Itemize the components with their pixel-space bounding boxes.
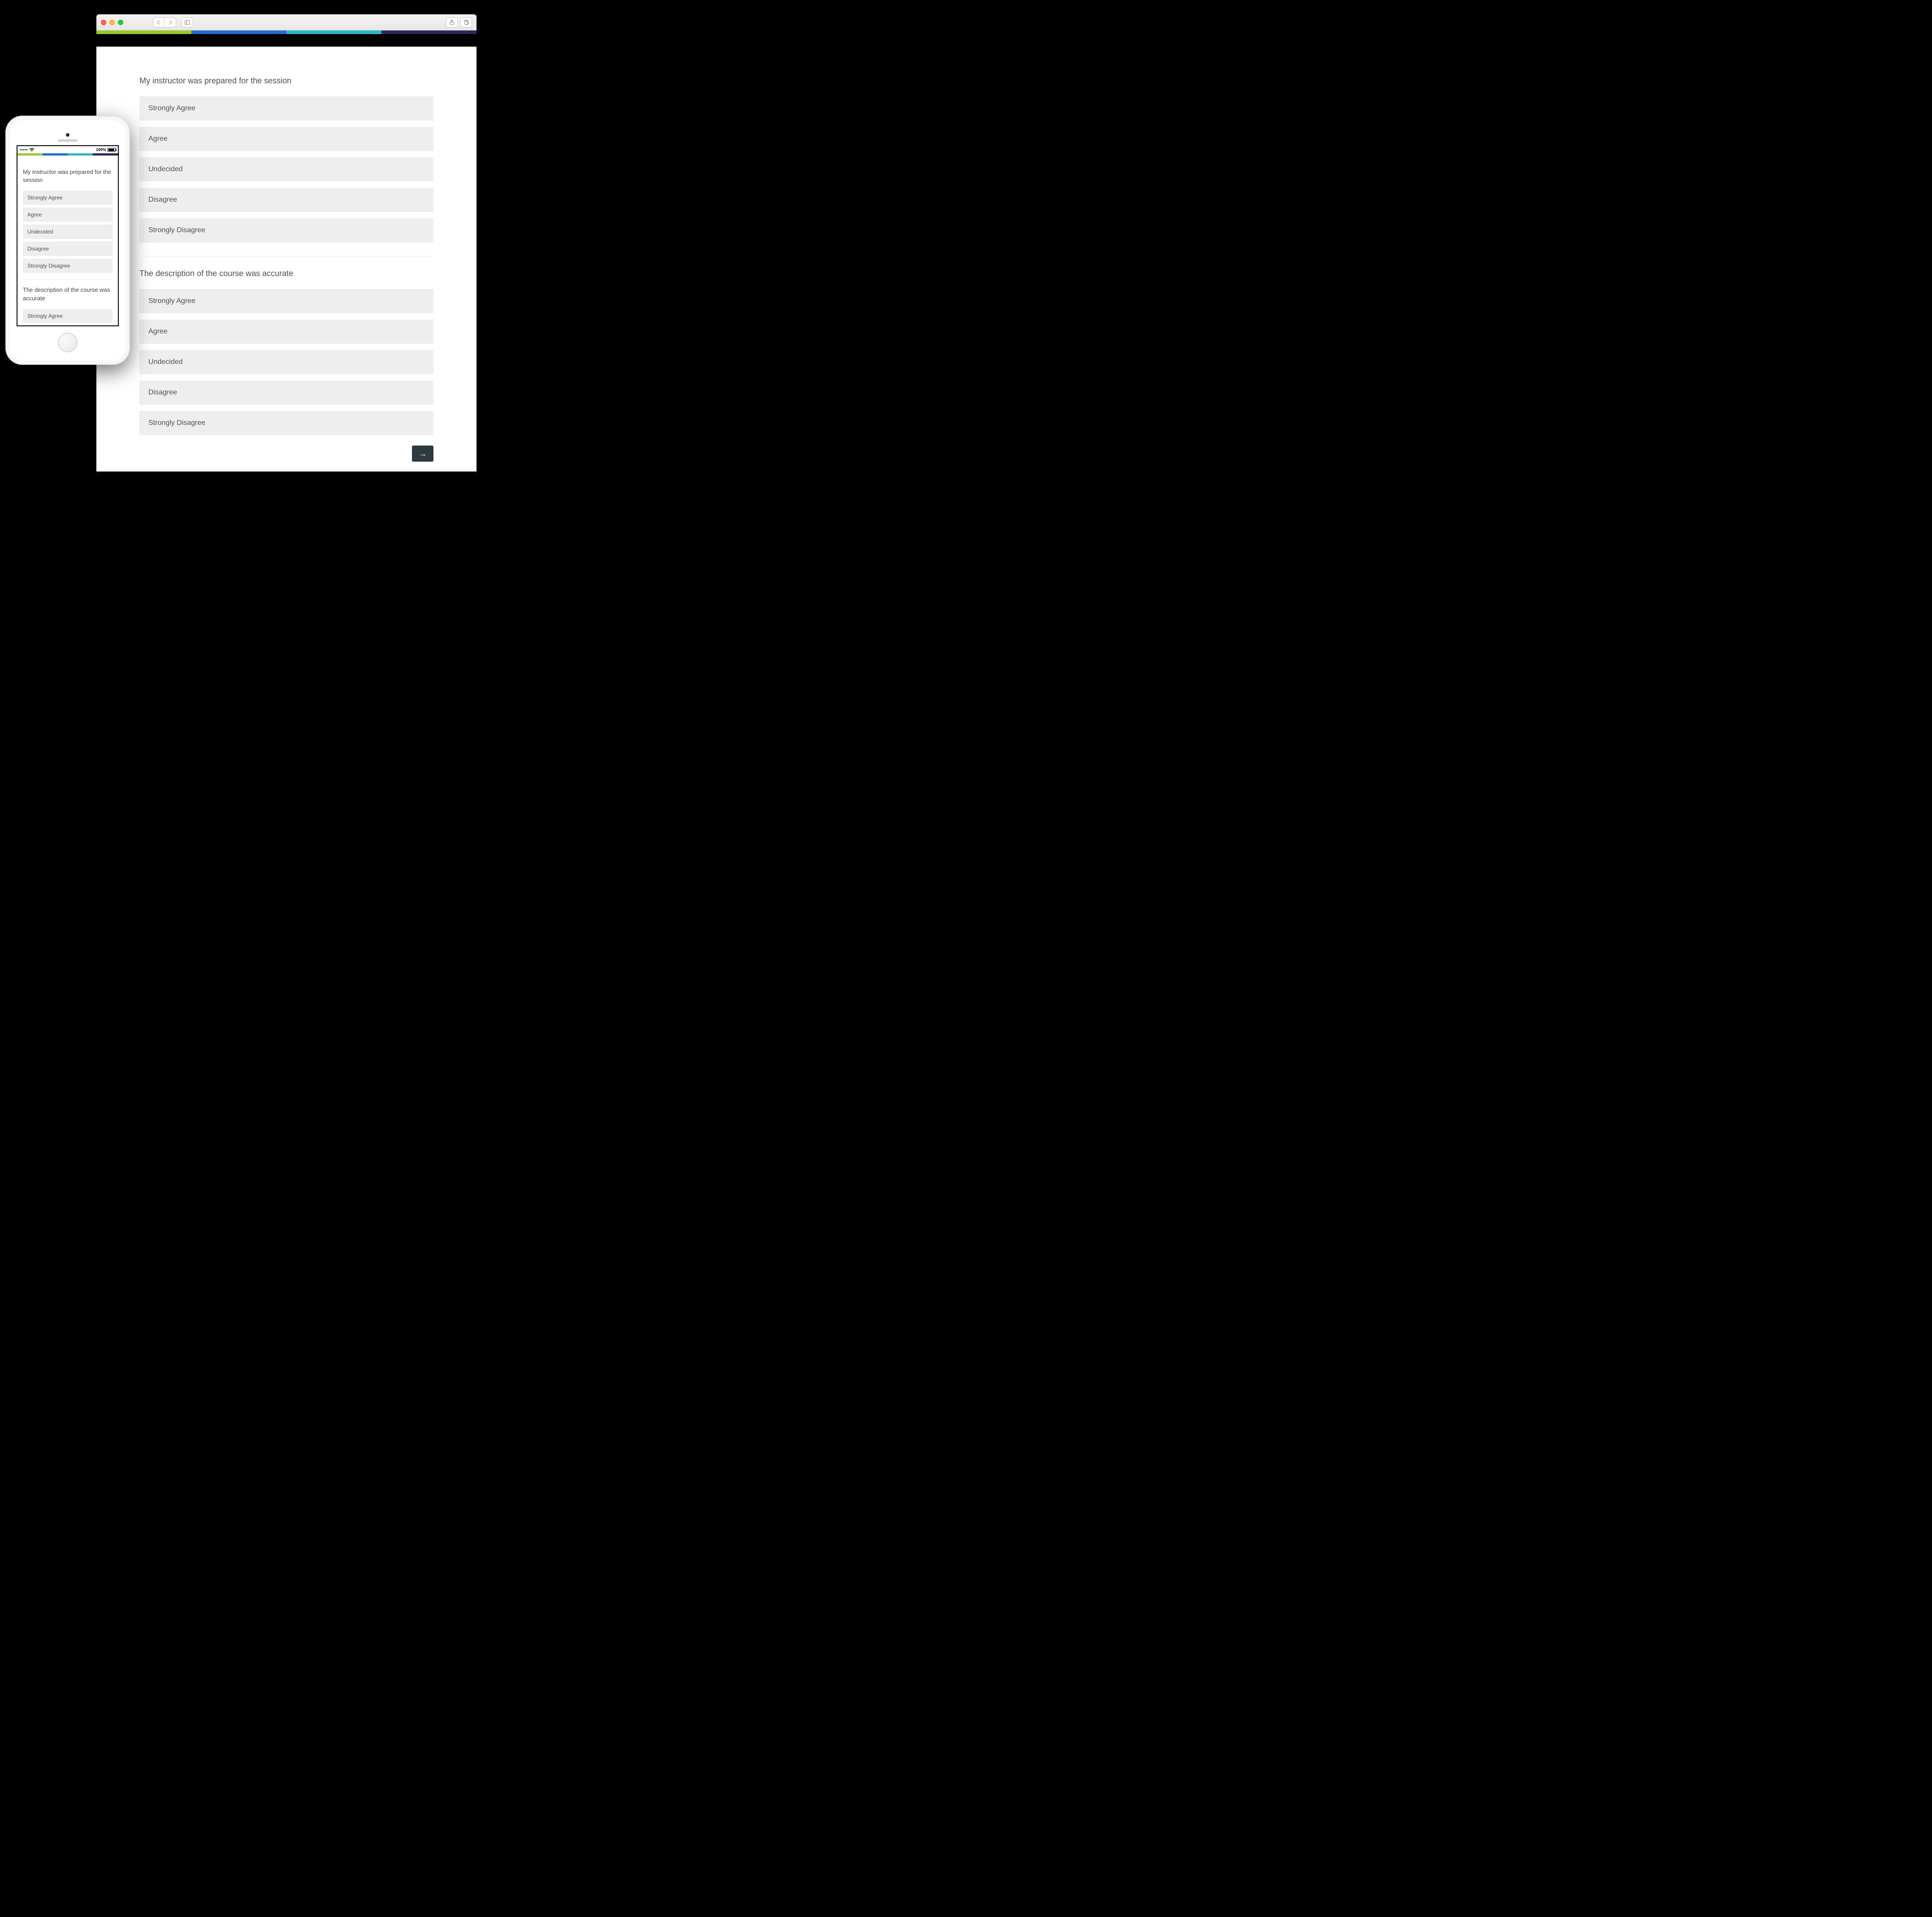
sidebar-icon bbox=[184, 19, 191, 26]
option-strongly-agree[interactable]: Strongly Agree bbox=[139, 96, 433, 121]
signal-dots: ••••• bbox=[20, 147, 28, 152]
close-window-button[interactable] bbox=[101, 20, 106, 25]
option-disagree[interactable]: Disagree bbox=[139, 381, 433, 405]
arrow-right-icon: → bbox=[419, 449, 427, 459]
question-title: My instructor was prepared for the sessi… bbox=[23, 168, 113, 184]
battery-percent: 100% bbox=[96, 147, 106, 152]
phone-camera-icon bbox=[66, 133, 69, 137]
question-block: My instructor was prepared for the sessi… bbox=[23, 168, 113, 273]
option-list: Strongly Agree bbox=[23, 309, 113, 323]
phone-top bbox=[10, 120, 126, 145]
page-body: My instructor was prepared for the sessi… bbox=[96, 47, 477, 475]
option-strongly-disagree[interactable]: Strongly Disagree bbox=[139, 218, 433, 242]
chevron-right-icon bbox=[167, 19, 173, 26]
option-list: Strongly Agree Agree Undecided Disagree … bbox=[139, 289, 433, 435]
question-title: The description of the course was accura… bbox=[23, 286, 113, 302]
option-strongly-agree[interactable]: Strongly Agree bbox=[23, 190, 113, 205]
survey-content: My instructor was prepared for the sessi… bbox=[96, 47, 477, 462]
status-right: 100% bbox=[96, 147, 116, 152]
maximize-window-button[interactable] bbox=[118, 20, 123, 25]
question-block: The description of the course was accura… bbox=[139, 269, 433, 435]
window-controls bbox=[101, 20, 123, 25]
back-button[interactable] bbox=[153, 17, 165, 27]
home-button[interactable] bbox=[58, 333, 78, 352]
forward-button[interactable] bbox=[165, 17, 176, 27]
minimize-window-button[interactable] bbox=[109, 20, 115, 25]
accent-stripe bbox=[96, 30, 477, 34]
header-black-bar bbox=[96, 34, 477, 47]
sidebar-toggle-button[interactable] bbox=[182, 17, 193, 27]
option-strongly-agree[interactable]: Strongly Agree bbox=[139, 289, 433, 313]
battery-icon bbox=[108, 148, 116, 152]
question-divider bbox=[23, 279, 113, 280]
question-title: My instructor was prepared for the sessi… bbox=[139, 76, 433, 86]
option-strongly-disagree[interactable]: Strongly Disagree bbox=[23, 259, 113, 273]
option-disagree[interactable]: Disagree bbox=[139, 188, 433, 212]
tabs-icon bbox=[463, 19, 469, 26]
toolbar-right-group bbox=[446, 17, 472, 27]
chevron-left-icon bbox=[156, 19, 162, 26]
phone-frame: ••••• 100% My instructor was prepared fo… bbox=[5, 116, 130, 365]
wifi-icon bbox=[29, 148, 35, 152]
share-icon bbox=[449, 19, 455, 26]
browser-toolbar bbox=[96, 14, 477, 30]
status-bar: ••••• 100% bbox=[17, 146, 118, 153]
question-block: The description of the course was accura… bbox=[23, 286, 113, 323]
phone-speaker-icon bbox=[58, 139, 78, 142]
next-button[interactable]: → bbox=[412, 446, 433, 462]
option-list: Strongly Agree Agree Undecided Disagree … bbox=[23, 190, 113, 273]
browser-window: My instructor was prepared for the sessi… bbox=[96, 14, 477, 475]
option-agree[interactable]: Agree bbox=[139, 320, 433, 344]
status-left: ••••• bbox=[20, 147, 35, 152]
option-undecided[interactable]: Undecided bbox=[139, 157, 433, 182]
question-title: The description of the course was accura… bbox=[139, 269, 433, 278]
survey-content-mobile: My instructor was prepared for the sessi… bbox=[17, 156, 118, 325]
footer-black-bar bbox=[96, 472, 477, 475]
option-undecided[interactable]: Undecided bbox=[23, 225, 113, 239]
phone-screen: ••••• 100% My instructor was prepared fo… bbox=[17, 145, 119, 326]
option-list: Strongly Agree Agree Undecided Disagree … bbox=[139, 96, 433, 242]
option-disagree[interactable]: Disagree bbox=[23, 242, 113, 256]
option-undecided[interactable]: Undecided bbox=[139, 350, 433, 374]
option-strongly-agree[interactable]: Strongly Agree bbox=[23, 309, 113, 323]
option-strongly-disagree[interactable]: Strongly Disagree bbox=[139, 411, 433, 435]
option-agree[interactable]: Agree bbox=[23, 208, 113, 222]
nav-buttons bbox=[153, 17, 176, 27]
phone-inner: ••••• 100% My instructor was prepared fo… bbox=[10, 120, 126, 360]
share-button[interactable] bbox=[446, 17, 458, 27]
tabs-button[interactable] bbox=[460, 17, 472, 27]
option-agree[interactable]: Agree bbox=[139, 127, 433, 151]
question-block: My instructor was prepared for the sessi… bbox=[139, 76, 433, 242]
